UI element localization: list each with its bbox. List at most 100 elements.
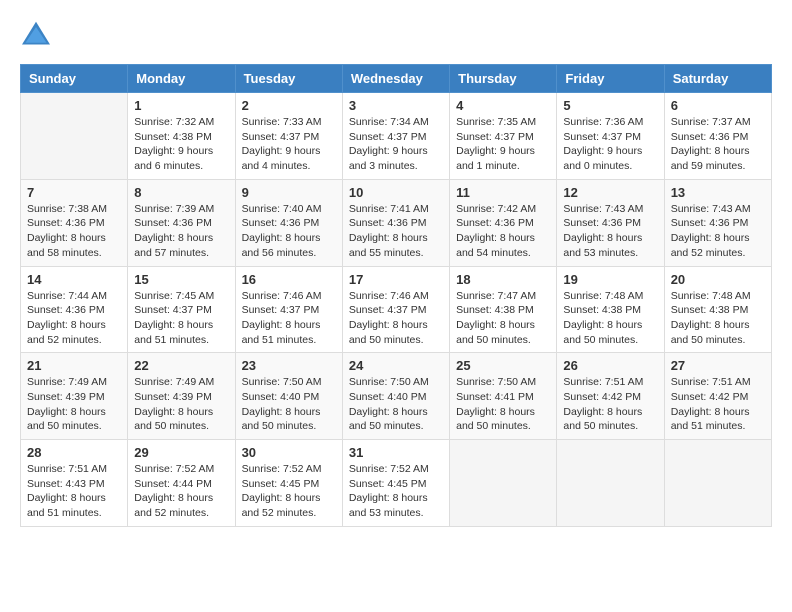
calendar-week-5: 28Sunrise: 7:51 AM Sunset: 4:43 PM Dayli…	[21, 440, 772, 527]
day-header-monday: Monday	[128, 65, 235, 93]
calendar-day-16: 16 Sunrise: 7:46 AM Sunset: 4:37 PM Dayli…	[235, 266, 342, 353]
day-header-thursday: Thursday	[450, 65, 557, 93]
empty-day	[21, 93, 128, 180]
day-number: 7	[27, 185, 121, 200]
calendar-day-1: 1 Sunrise: 7:32 AM Sunset: 4:38 PM Daylig…	[128, 93, 235, 180]
day-info: Sunrise: 7:51 AM Sunset: 4:42 PM Dayligh…	[563, 375, 657, 434]
day-number: 22	[134, 358, 228, 373]
day-number: 27	[671, 358, 765, 373]
day-number: 13	[671, 185, 765, 200]
day-number: 30	[242, 445, 336, 460]
empty-day	[450, 440, 557, 527]
day-number: 20	[671, 272, 765, 287]
calendar-day-17: 17Sunrise: 7:46 AM Sunset: 4:37 PM Dayli…	[342, 266, 449, 353]
day-number: 9	[242, 185, 336, 200]
calendar-day-15: 15 Sunrise: 7:45 AM Sunset: 4:37 PM Dayli…	[128, 266, 235, 353]
day-number: 12	[563, 185, 657, 200]
day-number: 19	[563, 272, 657, 287]
day-info: Sunrise: 7:43 AM Sunset: 4:36 PM Dayligh…	[671, 202, 765, 261]
day-number: 14	[27, 272, 121, 287]
calendar-day-11: 11 Sunrise: 7:42 AM Sunset: 4:36 PM Dayli…	[450, 179, 557, 266]
day-info: Sunrise: 7:49 AM Sunset: 4:39 PM Dayligh…	[27, 375, 121, 434]
calendar-day-13: 13 Sunrise: 7:43 AM Sunset: 4:36 PM Dayli…	[664, 179, 771, 266]
day-info: Sunrise: 7:46 AM Sunset: 4:37 PM Dayligh…	[349, 289, 443, 348]
day-info: Sunrise: 7:35 AM Sunset: 4:37 PM Dayligh…	[456, 115, 550, 174]
day-info: Sunrise: 7:52 AM Sunset: 4:45 PM Dayligh…	[242, 462, 336, 521]
day-info: Sunrise: 7:41 AM Sunset: 4:36 PM Dayligh…	[349, 202, 443, 261]
day-number: 3	[349, 98, 443, 113]
day-number: 31	[349, 445, 443, 460]
calendar-week-2: 7 Sunrise: 7:38 AM Sunset: 4:36 PM Daylig…	[21, 179, 772, 266]
page-header	[20, 20, 772, 48]
day-number: 16	[242, 272, 336, 287]
day-number: 2	[242, 98, 336, 113]
day-number: 23	[242, 358, 336, 373]
day-info: Sunrise: 7:51 AM Sunset: 4:42 PM Dayligh…	[671, 375, 765, 434]
day-info: Sunrise: 7:42 AM Sunset: 4:36 PM Dayligh…	[456, 202, 550, 261]
day-info: Sunrise: 7:48 AM Sunset: 4:38 PM Dayligh…	[671, 289, 765, 348]
day-number: 28	[27, 445, 121, 460]
day-info: Sunrise: 7:49 AM Sunset: 4:39 PM Dayligh…	[134, 375, 228, 434]
calendar-day-20: 20 Sunrise: 7:48 AM Sunset: 4:38 PM Dayli…	[664, 266, 771, 353]
calendar-day-9: 9 Sunrise: 7:40 AM Sunset: 4:36 PM Daylig…	[235, 179, 342, 266]
calendar-day-3: 3 Sunrise: 7:34 AM Sunset: 4:37 PM Daylig…	[342, 93, 449, 180]
empty-day	[664, 440, 771, 527]
calendar-day-5: 5 Sunrise: 7:36 AM Sunset: 4:37 PM Daylig…	[557, 93, 664, 180]
calendar-day-7: 7 Sunrise: 7:38 AM Sunset: 4:36 PM Daylig…	[21, 179, 128, 266]
day-info: Sunrise: 7:47 AM Sunset: 4:38 PM Dayligh…	[456, 289, 550, 348]
day-info: Sunrise: 7:44 AM Sunset: 4:36 PM Dayligh…	[27, 289, 121, 348]
calendar-day-18: 18 Sunrise: 7:47 AM Sunset: 4:38 PM Dayli…	[450, 266, 557, 353]
day-info: Sunrise: 7:50 AM Sunset: 4:40 PM Dayligh…	[349, 375, 443, 434]
calendar-day-25: 25Sunrise: 7:50 AM Sunset: 4:41 PM Dayli…	[450, 353, 557, 440]
day-number: 18	[456, 272, 550, 287]
calendar-day-26: 26 Sunrise: 7:51 AM Sunset: 4:42 PM Dayli…	[557, 353, 664, 440]
day-info: Sunrise: 7:34 AM Sunset: 4:37 PM Dayligh…	[349, 115, 443, 174]
logo-icon	[20, 20, 52, 48]
calendar-day-30: 30 Sunrise: 7:52 AM Sunset: 4:45 PM Dayli…	[235, 440, 342, 527]
day-header-wednesday: Wednesday	[342, 65, 449, 93]
day-number: 11	[456, 185, 550, 200]
day-header-sunday: Sunday	[21, 65, 128, 93]
day-number: 26	[563, 358, 657, 373]
day-number: 21	[27, 358, 121, 373]
day-info: Sunrise: 7:33 AM Sunset: 4:37 PM Dayligh…	[242, 115, 336, 174]
calendar-day-6: 6 Sunrise: 7:37 AM Sunset: 4:36 PM Daylig…	[664, 93, 771, 180]
logo	[20, 20, 56, 48]
day-number: 25	[456, 358, 550, 373]
calendar-day-12: 12 Sunrise: 7:43 AM Sunset: 4:36 PM Dayli…	[557, 179, 664, 266]
day-info: Sunrise: 7:48 AM Sunset: 4:38 PM Dayligh…	[563, 289, 657, 348]
day-info: Sunrise: 7:52 AM Sunset: 4:44 PM Dayligh…	[134, 462, 228, 521]
day-number: 4	[456, 98, 550, 113]
day-info: Sunrise: 7:50 AM Sunset: 4:40 PM Dayligh…	[242, 375, 336, 434]
calendar-table: SundayMondayTuesdayWednesdayThursdayFrid…	[20, 64, 772, 527]
calendar-day-2: 2 Sunrise: 7:33 AM Sunset: 4:37 PM Daylig…	[235, 93, 342, 180]
calendar-day-28: 28Sunrise: 7:51 AM Sunset: 4:43 PM Dayli…	[21, 440, 128, 527]
calendar-day-19: 19 Sunrise: 7:48 AM Sunset: 4:38 PM Dayli…	[557, 266, 664, 353]
day-info: Sunrise: 7:32 AM Sunset: 4:38 PM Dayligh…	[134, 115, 228, 174]
empty-day	[557, 440, 664, 527]
calendar-day-14: 14 Sunrise: 7:44 AM Sunset: 4:36 PM Dayli…	[21, 266, 128, 353]
day-number: 8	[134, 185, 228, 200]
calendar-body: 1 Sunrise: 7:32 AM Sunset: 4:38 PM Daylig…	[21, 93, 772, 527]
day-number: 6	[671, 98, 765, 113]
day-info: Sunrise: 7:36 AM Sunset: 4:37 PM Dayligh…	[563, 115, 657, 174]
day-number: 10	[349, 185, 443, 200]
calendar-day-22: 22 Sunrise: 7:49 AM Sunset: 4:39 PM Dayli…	[128, 353, 235, 440]
day-number: 5	[563, 98, 657, 113]
calendar-week-3: 14 Sunrise: 7:44 AM Sunset: 4:36 PM Dayli…	[21, 266, 772, 353]
calendar-day-8: 8Sunrise: 7:39 AM Sunset: 4:36 PM Daylig…	[128, 179, 235, 266]
day-info: Sunrise: 7:46 AM Sunset: 4:37 PM Dayligh…	[242, 289, 336, 348]
calendar-day-23: 23 Sunrise: 7:50 AM Sunset: 4:40 PM Dayli…	[235, 353, 342, 440]
day-number: 1	[134, 98, 228, 113]
day-number: 15	[134, 272, 228, 287]
calendar-day-4: 4 Sunrise: 7:35 AM Sunset: 4:37 PM Daylig…	[450, 93, 557, 180]
day-info: Sunrise: 7:37 AM Sunset: 4:36 PM Dayligh…	[671, 115, 765, 174]
calendar-day-24: 24Sunrise: 7:50 AM Sunset: 4:40 PM Dayli…	[342, 353, 449, 440]
day-info: Sunrise: 7:43 AM Sunset: 4:36 PM Dayligh…	[563, 202, 657, 261]
day-info: Sunrise: 7:40 AM Sunset: 4:36 PM Dayligh…	[242, 202, 336, 261]
day-info: Sunrise: 7:38 AM Sunset: 4:36 PM Dayligh…	[27, 202, 121, 261]
calendar-week-4: 21 Sunrise: 7:49 AM Sunset: 4:39 PM Dayli…	[21, 353, 772, 440]
day-info: Sunrise: 7:52 AM Sunset: 4:45 PM Dayligh…	[349, 462, 443, 521]
calendar-day-27: 27 Sunrise: 7:51 AM Sunset: 4:42 PM Dayli…	[664, 353, 771, 440]
day-info: Sunrise: 7:45 AM Sunset: 4:37 PM Dayligh…	[134, 289, 228, 348]
